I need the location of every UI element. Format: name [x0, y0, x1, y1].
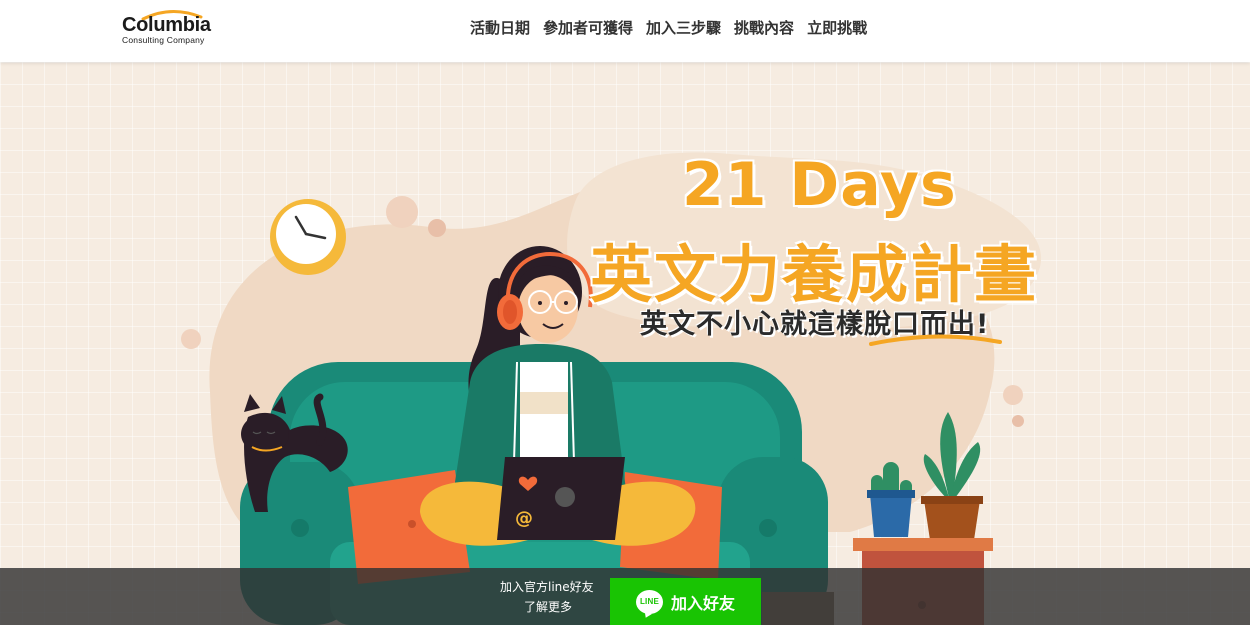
main-nav: 活動日期 參加者可獲得 加入三步驟 挑戰內容 立即挑戰 [470, 17, 867, 38]
hero-title-zh: 英文力養成計畫 [590, 238, 1039, 311]
nav-item-three-steps[interactable]: 加入三步驟 [646, 17, 721, 38]
line-official-text: 加入官方line好友 [500, 580, 594, 594]
decor-dot [428, 219, 446, 237]
line-logo-icon: LINE [635, 589, 663, 614]
hero-banner: @ 21 Days 英文力養成計畫 英文不小心就這樣脫口而出! [0, 62, 1250, 625]
nav-item-benefits[interactable]: 參加者可獲得 [543, 17, 633, 38]
decor-dot [386, 196, 418, 228]
subtitle-underline [869, 334, 1002, 346]
svg-text:@: @ [515, 508, 533, 529]
add-friend-button[interactable]: LINE 加入好友 [610, 578, 761, 625]
hero-title-en: 21 Days [682, 150, 957, 220]
nav-item-challenge-content[interactable]: 挑戰內容 [734, 17, 794, 38]
brand-name: Columbia [122, 14, 211, 36]
decor-dot [181, 329, 201, 349]
columbia-logo[interactable]: Columbia Consulting Company [121, 10, 221, 48]
learn-more-link[interactable]: 了解更多 [524, 598, 572, 615]
laptop-icon: @ [497, 457, 625, 540]
hero-illustration: @ [181, 152, 1042, 625]
nav-item-challenge-now[interactable]: 立即挑戰 [807, 17, 867, 38]
page: Columbia Consulting Company 活動日期 參加者可獲得 … [0, 0, 1250, 625]
decor-dot [1012, 415, 1024, 427]
nav-item-activity-date[interactable]: 活動日期 [470, 17, 530, 38]
add-friend-label: 加入好友 [670, 593, 735, 613]
decor-dot [1003, 385, 1023, 405]
site-header: Columbia Consulting Company 活動日期 參加者可獲得 … [0, 0, 1250, 62]
wall-clock-icon [270, 199, 346, 275]
line-logo-text: LINE [639, 597, 659, 606]
brand-subtitle: Consulting Company [122, 35, 205, 45]
side-table [853, 538, 993, 551]
line-promo-bar: 加入官方line好友 了解更多 LINE 加入好友 [0, 568, 1250, 625]
